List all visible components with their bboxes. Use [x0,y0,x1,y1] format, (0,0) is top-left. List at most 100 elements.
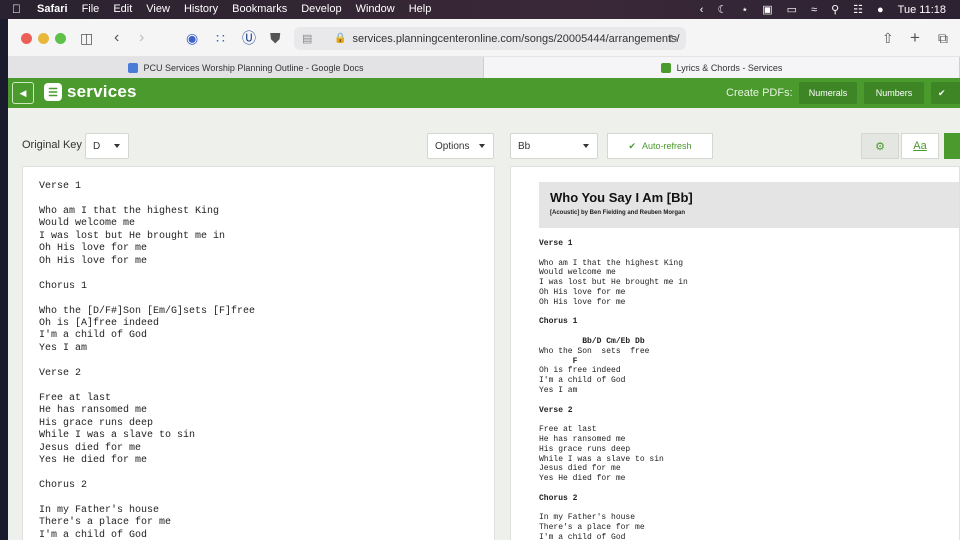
tab-title: PCU Services Worship Planning Outline - … [143,62,364,73]
siri-icon[interactable]: ● [877,4,884,16]
status-area: ‹ ☾ ⋆ ▣ ▭ ≈ ⚲ ☷ ● Tue 11:18 [700,0,946,19]
tab-google-docs[interactable]: PCU Services Worship Planning Outline - … [8,57,484,78]
lock-icon: 🔒 [334,33,347,44]
auto-refresh-button[interactable]: ✔ Auto-refresh [607,133,713,159]
preview-header: Who You Say I Am [Bb] [Acoustic] by Ben … [539,182,959,228]
menu-file[interactable]: File [82,0,100,19]
moon-icon[interactable]: ☾ [717,3,727,16]
transpose-settings-button[interactable]: ⚙ [861,133,899,159]
target-key-select[interactable]: Bb [510,133,598,159]
app-name: services [67,82,137,101]
address-bar[interactable]: ▤ 🔒 services.planningcenteronline.com/so… [294,27,686,50]
chart-preview: Who You Say I Am [Bb] [Acoustic] by Ben … [510,166,960,540]
preview-lyric-line: Oh His love for me [539,287,626,297]
original-key-label: Original Key [22,139,82,151]
close-window-button[interactable] [21,33,32,44]
tab-title: Lyrics & Chords - Services [676,62,783,73]
google-docs-icon [127,62,138,73]
reload-icon[interactable]: ↻ [668,32,678,46]
preview-section-heading: Chorus 1 [539,317,578,327]
original-key-value: D [93,140,101,152]
menu-history[interactable]: History [184,0,218,19]
safari-window: ◫ ‹ › ◉ ∷ Ⓤ ⛊ ▤ 🔒 services.planningcente… [8,19,960,540]
song-title: Who You Say I Am [Bb] [550,190,693,205]
preview-lyric-line: In my Father's house [539,513,636,523]
rss-icon[interactable]: ∷ [216,29,225,47]
font-settings-button[interactable]: Aa [901,133,939,159]
chevron-left-icon[interactable]: ‹ [700,4,704,16]
pdf-numbers-button[interactable]: Numbers [864,82,924,104]
options-label: Options [435,140,470,152]
preview-lyric-line: Jesus died for me [539,464,621,474]
menu-edit[interactable]: Edit [113,0,132,19]
spotlight-search-icon[interactable]: ⚲ [831,3,839,16]
preview-lyric-line: Who the Son sets free [539,346,650,356]
tab-lyrics-chords[interactable]: Lyrics & Chords - Services [484,57,960,78]
menu-help[interactable]: Help [409,0,432,19]
menu-window[interactable]: Window [356,0,395,19]
sidebar-icon[interactable]: ◫ [80,29,93,47]
preview-section-heading: Chorus 2 [539,493,578,503]
editor-text[interactable]: Verse 1 Who am I that the highest King W… [23,167,494,540]
preview-section-heading: Verse 2 [539,405,573,415]
password-manager-icon[interactable]: Ⓤ [242,29,256,47]
share-icon[interactable]: ⇧ [882,29,894,47]
preview-lyric-line [539,504,688,514]
wifi-icon[interactable]: ≈ [811,4,817,16]
preview-lyric-line: Who am I that the highest King [539,258,684,268]
preview-lyric-line: Free at last [539,425,597,435]
pdf-selected-button[interactable]: ✔ [931,82,960,104]
menu-bookmarks[interactable]: Bookmarks [232,0,287,19]
preview-lyric-line: Oh is free indeed [539,366,621,376]
preview-body: Verse 1 Who am I that the highest King Wou… [539,239,688,540]
apple-icon[interactable]:  [12,0,21,19]
extension-screencast-icon[interactable]: ◉ [186,29,198,47]
zoom-window-button[interactable] [55,33,66,44]
clock[interactable]: Tue 11:18 [898,4,946,16]
services-logo-icon: ☰ [44,83,62,101]
back-icon[interactable]: ‹ [114,29,119,47]
target-key-value: Bb [518,140,531,152]
privacy-shield-icon[interactable]: ⛊ [270,29,281,47]
check-icon: ✔ [628,140,636,151]
preview-lyric-line: I was lost but He brought me in [539,278,688,288]
forward-icon[interactable]: › [139,29,144,47]
chevron-down-icon [479,144,485,148]
preview-lyric-line [539,327,688,337]
preview-lyric-line [539,249,688,259]
preview-lyric-line: There's a place for me [539,523,645,533]
preview-lyric-line: Oh His love for me [539,297,626,307]
screen-mirror-icon[interactable]: ▣ [762,3,772,16]
sliders-icon: ⚙ [875,140,885,153]
tab-overview-icon[interactable]: ⧉ [938,29,948,47]
check-icon: ✔ [938,87,946,98]
back-button[interactable]: ◀ [12,82,34,104]
pdf-numerals-button[interactable]: Numerals [799,82,857,104]
chevron-left-icon: ◀ [19,87,27,98]
url-text[interactable]: services.planningcenteronline.com/songs/… [352,33,679,45]
minimize-window-button[interactable] [38,33,49,44]
bluetooth-icon[interactable]: ⋆ [741,3,748,16]
menu-app-name[interactable]: Safari [37,0,68,19]
menu-view[interactable]: View [146,0,170,19]
chevron-down-icon [114,144,120,148]
auto-refresh-label: Auto-refresh [642,141,692,151]
preview-lyric-line: He has ransomed me [539,434,626,444]
chord-editor-page: Original Key D Options Bb ✔ Auto-refresh… [8,108,960,540]
preview-lyric-line: I'm a child of God [539,532,626,540]
options-dropdown[interactable]: Options [427,133,494,159]
preview-lyric-line: While I was a slave to sin [539,454,664,464]
new-tab-icon[interactable]: + [910,29,920,47]
menu-develop[interactable]: Develop [301,0,341,19]
tab-bar: PCU Services Worship Planning Outline - … [8,57,960,78]
services-logo[interactable]: ☰ services [44,82,137,102]
battery-icon[interactable]: ▭ [787,3,797,16]
download-button[interactable] [944,133,960,159]
menu-bar:  Safari File Edit View History Bookmark… [0,0,960,19]
preview-section-heading: Verse 1 [539,239,573,248]
preview-lyric-line: Would welcome me [539,268,616,278]
chord-chart-editor[interactable]: Verse 1 Who am I that the highest King W… [22,166,495,540]
original-key-select[interactable]: D [85,133,129,159]
preview-lyric-line: Yes He died for me [539,474,626,484]
control-center-icon[interactable]: ☷ [853,3,863,16]
